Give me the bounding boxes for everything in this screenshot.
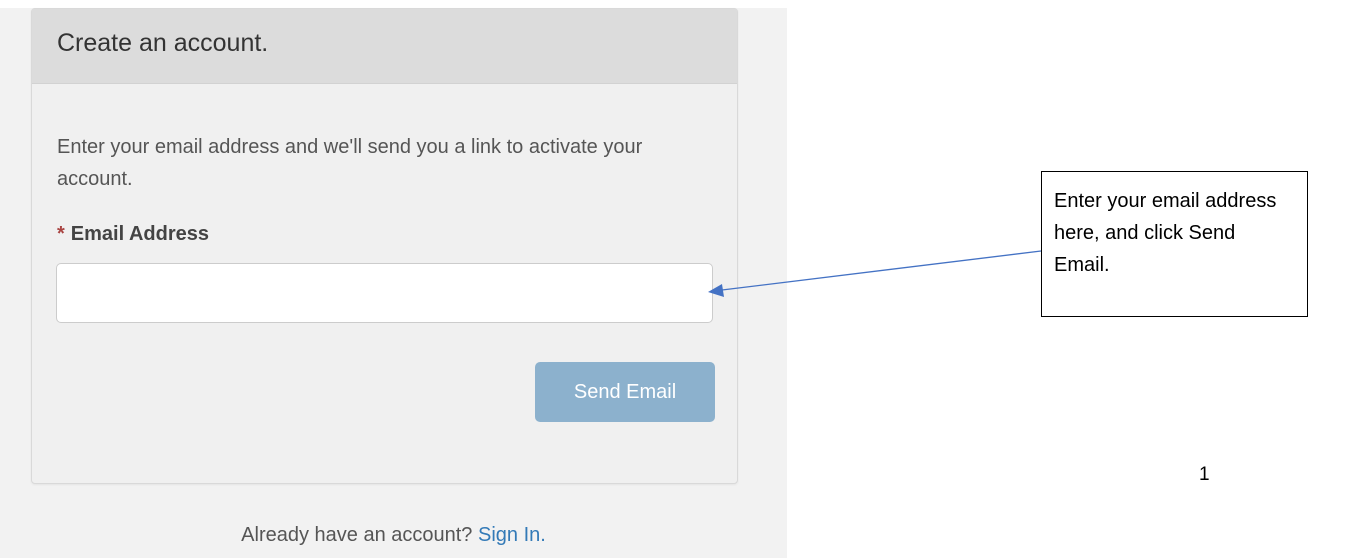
create-account-panel: Create an account. Enter your email addr… [31,8,738,484]
intro-text: Enter your email address and we'll send … [57,136,643,190]
panel-title: Create an account. [57,29,269,57]
sign-in-link[interactable]: Sign In. [478,524,546,546]
signin-prompt-text: Already have an account? [241,524,473,546]
page-number: 1 [1199,464,1210,485]
required-asterisk: * [57,223,65,245]
email-input[interactable] [56,263,713,323]
annotation-callout: Enter your email address here, and click… [1041,171,1308,317]
top-strip [0,0,787,8]
email-label-text: Email Address [70,223,209,245]
email-field-label: * Email Address [57,223,209,246]
send-email-button[interactable]: Send Email [535,362,715,422]
panel-header: Create an account. [32,9,737,84]
signin-prompt: Already have an account? Sign In. [0,524,787,547]
